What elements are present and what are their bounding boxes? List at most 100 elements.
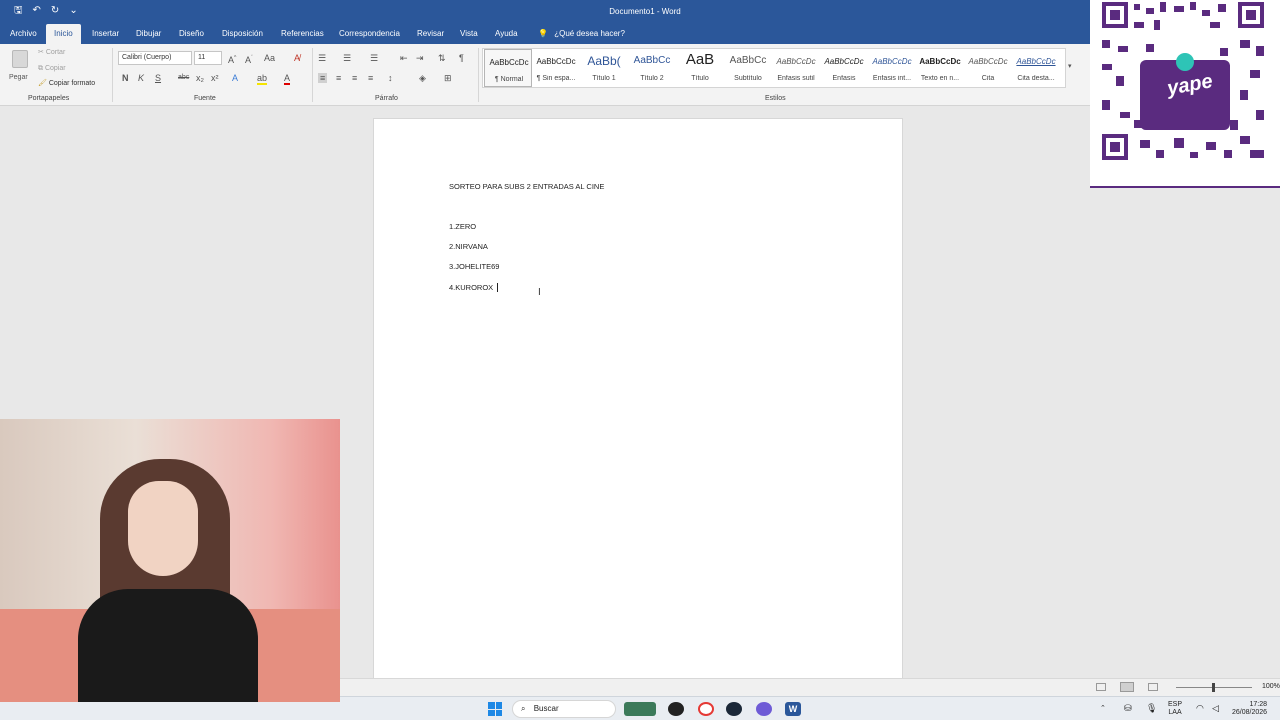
group-divider [312, 48, 313, 102]
style-titulo-2[interactable]: AaBbCc Título 2 [628, 49, 676, 87]
decrease-indent-icon[interactable]: ⇤ [400, 53, 408, 63]
tab-archivo[interactable]: Archivo [2, 24, 45, 44]
styles-group-label: Estilos [765, 95, 786, 102]
group-divider [478, 48, 479, 102]
zoom-thumb[interactable] [1212, 683, 1215, 692]
sort-icon[interactable]: ⇅ [438, 53, 446, 63]
change-case-icon[interactable]: Aa [264, 53, 275, 63]
paragraph-group-label: Párrafo [375, 95, 398, 102]
multilevel-list-icon[interactable]: ☰ [370, 53, 378, 63]
align-right-icon[interactable]: ≡ [352, 73, 357, 83]
list-item: 4.KUROROX [449, 283, 494, 292]
web-layout-icon[interactable] [1148, 683, 1158, 691]
group-divider [112, 48, 113, 102]
tab-referencias[interactable]: Referencias [273, 24, 332, 44]
ribbon-tabs: Archivo Inicio Insertar Dibujar Diseño D… [0, 24, 1090, 44]
tab-ayuda[interactable]: Ayuda [487, 24, 526, 44]
tab-revisar[interactable]: Revisar [409, 24, 452, 44]
taskbar-search[interactable]: ⌕ Buscar [512, 700, 616, 718]
list-item: 1.ZERO [449, 222, 477, 231]
tab-insertar[interactable]: Insertar [84, 24, 127, 44]
style-sin-espacio[interactable]: AaBbCcDc ¶ Sin espa... [532, 49, 580, 87]
bold-button[interactable]: N [122, 73, 129, 83]
superscript-icon[interactable]: x² [211, 73, 219, 83]
style-enfasis-sutil[interactable]: AaBbCcDc Énfasis sutil [772, 49, 820, 87]
align-left-icon[interactable]: ≡ [318, 73, 328, 83]
tab-dibujar[interactable]: Dibujar [128, 24, 169, 44]
font-color-icon[interactable]: A [284, 73, 291, 85]
text-effects-icon[interactable]: A [232, 73, 238, 83]
style-cita-destacada[interactable]: AaBbCcDc Cita desta... [1012, 49, 1060, 87]
webcam-person-face [128, 481, 198, 576]
copy-button[interactable]: ⧉ Copiar [38, 64, 66, 74]
list-item: 2.NIRVANA [449, 242, 488, 251]
borders-icon[interactable]: ⊞ [444, 73, 452, 83]
chevron-up-icon[interactable]: ⌃ [1100, 705, 1106, 713]
discord-icon[interactable] [756, 702, 772, 716]
increase-indent-icon[interactable]: ⇥ [416, 53, 424, 63]
font-group-label: Fuente [194, 95, 216, 102]
format-painter-button[interactable]: 🖌 Copiar formato [38, 79, 95, 89]
style-titulo-1[interactable]: AaBb( Título 1 [580, 49, 628, 87]
window-title: Documento1 - Word [609, 7, 681, 16]
style-enfasis-intenso[interactable]: AaBbCcDc Énfasis int... [868, 49, 916, 87]
document-heading: SORTEO PARA SUBS 2 ENTRADAS AL CINE [449, 182, 605, 191]
tab-diseno[interactable]: Diseño [171, 24, 212, 44]
grow-font-icon[interactable]: A^ [228, 53, 236, 65]
document-page[interactable]: SORTEO PARA SUBS 2 ENTRADAS AL CINE 1.ZE… [373, 118, 903, 680]
paste-button[interactable]: Pegar [6, 48, 34, 88]
word-icon[interactable]: W [785, 702, 801, 716]
font-size-select[interactable]: 11 [194, 51, 222, 65]
subscript-icon[interactable]: x₂ [196, 73, 204, 83]
zoom-slider[interactable] [1176, 683, 1252, 692]
windows-start-icon[interactable] [488, 702, 502, 716]
tell-me-search[interactable]: 💡 ¿Qué desea hacer? [538, 24, 625, 44]
italic-button[interactable]: K [138, 73, 144, 83]
steam-icon[interactable] [726, 702, 742, 716]
justify-icon[interactable]: ≡ [368, 73, 373, 83]
cut-button[interactable]: ✂ Cortar [38, 48, 65, 58]
text-caret [497, 283, 498, 292]
tab-disposicion[interactable]: Disposición [214, 24, 271, 44]
opera-icon[interactable] [698, 702, 714, 716]
tab-inicio[interactable]: Inicio [46, 24, 81, 44]
bullets-icon[interactable]: ☰ [318, 53, 326, 63]
read-mode-icon[interactable] [1096, 683, 1106, 691]
shrink-font-icon[interactable]: Aˇ [245, 53, 253, 65]
tab-correspondencia[interactable]: Correspondencia [331, 24, 408, 44]
line-spacing-icon[interactable]: ↕ [388, 73, 393, 83]
network-icon[interactable]: ⛁ [1124, 704, 1132, 713]
style-normal[interactable]: AaBbCcDc ¶ Normal [484, 49, 532, 87]
search-icon: ⌕ [521, 704, 526, 713]
style-cita[interactable]: AaBbCcDc Cita [964, 49, 1012, 87]
paintbrush-icon: 🖌 [38, 80, 47, 87]
shading-icon[interactable]: ◈ [419, 73, 426, 83]
style-subtitulo[interactable]: AaBbCc Subtítulo [724, 49, 772, 87]
clipboard-group-label: Portapapeles [28, 95, 70, 102]
highlight-icon[interactable]: ab [257, 73, 268, 85]
style-titulo[interactable]: AaB Título [676, 49, 724, 87]
pilcrow-icon[interactable]: ¶ [459, 53, 464, 63]
print-layout-icon[interactable] [1120, 682, 1134, 692]
app-icon[interactable] [668, 702, 684, 716]
underline-button[interactable]: S [155, 73, 161, 83]
mic-icon[interactable]: 🎙 [1146, 704, 1157, 713]
paste-label: Pegar [9, 74, 28, 81]
clear-formatting-icon[interactable]: A̸ [294, 53, 300, 63]
font-name-select[interactable]: Calibri (Cuerpo) [118, 51, 192, 65]
zoom-level[interactable]: 100% [1262, 683, 1280, 690]
wifi-icon[interactable]: ◠ [1196, 704, 1204, 713]
widgets-icon[interactable] [624, 702, 656, 716]
input-language[interactable]: ESP LAA [1168, 701, 1182, 717]
volume-icon[interactable]: ◁ [1212, 704, 1219, 713]
style-enfasis[interactable]: AaBbCcDc Énfasis [820, 49, 868, 87]
strikethrough-button[interactable]: abc [178, 73, 189, 83]
numbering-icon[interactable]: ☰ [343, 53, 351, 63]
styles-more-icon[interactable]: ▾ [1068, 62, 1072, 72]
scissors-icon: ✂ [38, 49, 44, 56]
tab-vista[interactable]: Vista [452, 24, 486, 44]
clock[interactable]: 17:28 26/08/2026 [1232, 701, 1267, 717]
style-texto-negrita[interactable]: AaBbCcDc Texto en n... [916, 49, 964, 87]
align-center-icon[interactable]: ≡ [336, 73, 341, 83]
styles-gallery: AaBbCcDc ¶ Normal AaBbCcDc ¶ Sin espa...… [482, 48, 1066, 88]
